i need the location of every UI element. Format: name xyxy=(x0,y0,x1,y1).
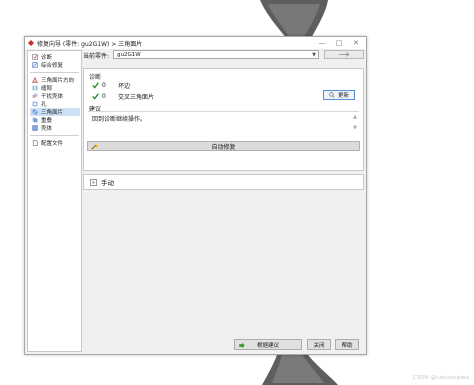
shell-icon xyxy=(32,93,38,98)
bad-edges-label: 坏边 xyxy=(118,83,131,90)
maximize-button[interactable]: □ xyxy=(331,38,347,48)
sidebar-item-general-repair[interactable]: 综合修复 xyxy=(30,61,80,69)
background-rock-bottom xyxy=(262,352,338,385)
sidebar-item-label: 综合修复 xyxy=(41,63,64,69)
magnifier-icon xyxy=(329,92,335,98)
expand-toggle-icon[interactable]: » xyxy=(90,178,97,186)
sidebar-item-profile[interactable]: 配置文件 xyxy=(30,139,80,147)
sidebar-item-triangles[interactable]: 三角面片 xyxy=(30,108,80,116)
sidebar-item-orientation[interactable]: 三角面片方向 xyxy=(30,76,80,84)
repair-wizard-window: 修复向导 (零件: gu2G1W) > 三角面片 — □ ✕ 诊断 综合修复 三… xyxy=(24,36,367,355)
nav-group-repair-steps: 三角面片方向 缝隙 干扰壳体 孔 三角面片 重叠 壳体 xyxy=(28,74,81,134)
nav-group-config: 配置文件 xyxy=(28,137,81,149)
current-part-select[interactable]: gu2G1W ▼ xyxy=(113,50,319,59)
divider xyxy=(30,135,79,136)
watermark: CSDN @luoluonaiwa xyxy=(413,375,469,381)
overlap-icon xyxy=(32,117,38,123)
document-icon xyxy=(32,140,38,146)
sidebar-item-gaps[interactable]: 缝隙 xyxy=(30,84,80,92)
stethoscope-icon xyxy=(32,54,38,60)
repair-icon xyxy=(32,62,38,68)
current-part-value: gu2G1W xyxy=(117,52,141,58)
sidebar-item-label: 三角面片 xyxy=(41,110,64,116)
diagnose-row-intersecting-triangles: 0 交叉三角面片 xyxy=(92,92,154,101)
sidebar-item-shells[interactable]: 壳体 xyxy=(30,124,80,132)
gap-icon xyxy=(32,85,38,91)
check-icon xyxy=(92,82,99,89)
check-icon xyxy=(92,93,99,100)
sidebar-item-diagnose[interactable]: 诊断 xyxy=(30,53,80,61)
scroll-down-icon[interactable]: ▼ xyxy=(353,125,357,131)
sidebar-item-label: 干扰壳体 xyxy=(41,94,64,100)
suggestion-text-area: 回到诊断继续操作。 ▲ ▼ xyxy=(88,111,359,135)
bad-edges-count: 0 xyxy=(102,82,106,89)
update-button-label: 更新 xyxy=(337,93,349,99)
help-button[interactable]: 帮助 xyxy=(335,339,359,350)
sidebar-item-overlap[interactable]: 重叠 xyxy=(30,116,80,124)
current-part-label: 当前零件: xyxy=(83,53,110,60)
chevron-down-icon: ▼ xyxy=(312,52,316,58)
suggestion-text: 回到诊断继续操作。 xyxy=(92,116,147,123)
auto-repair-label: 自动修复 xyxy=(211,143,236,151)
close-button-label: 关闭 xyxy=(313,342,325,349)
shell-icon xyxy=(32,125,38,131)
arrow-right-icon xyxy=(239,342,245,349)
diagnose-panel: 诊断 0 坏边 0 交叉三角面片 更新 建议 回到诊断继续操作。 ▲ ▼ 自动修… xyxy=(83,68,364,171)
background-rock-top xyxy=(260,0,328,40)
sidebar-item-label: 配置文件 xyxy=(41,141,64,147)
window-title: 修复向导 (零件: gu2G1W) > 三角面片 xyxy=(37,41,143,48)
update-button[interactable]: 更新 xyxy=(323,90,355,100)
sidebar-item-label: 缝隙 xyxy=(41,86,53,92)
close-button[interactable]: 关闭 xyxy=(307,339,331,350)
follow-suggestion-button[interactable]: 根据建议 xyxy=(234,339,302,350)
main-panel: 当前零件: gu2G1W ▼ 诊断 0 坏边 0 交叉三角面片 更新 建议 回到… xyxy=(83,50,364,350)
triangle-icon xyxy=(32,109,38,115)
sidebar: 诊断 综合修复 三角面片方向 缝隙 干扰壳体 孔 三角面片 重叠 壳体 配置文件 xyxy=(27,50,82,352)
arrow-right-icon xyxy=(339,52,350,57)
intersecting-triangles-count: 0 xyxy=(102,93,106,100)
title-bar: 修复向导 (零件: gu2G1W) > 三角面片 — □ ✕ xyxy=(25,37,366,49)
close-window-button[interactable]: ✕ xyxy=(348,38,364,48)
sidebar-item-label: 壳体 xyxy=(41,126,53,132)
hole-icon xyxy=(32,101,38,107)
wand-icon xyxy=(91,143,98,150)
part-picker-button[interactable] xyxy=(324,50,364,59)
sidebar-item-label: 重叠 xyxy=(41,118,53,124)
follow-suggestion-label: 根据建议 xyxy=(256,342,279,349)
scroll-up-icon[interactable]: ▲ xyxy=(353,114,357,120)
sidebar-item-label: 诊断 xyxy=(41,55,53,61)
sidebar-item-label: 孔 xyxy=(41,102,47,108)
orientation-icon xyxy=(32,77,38,83)
sidebar-item-label: 三角面片方向 xyxy=(41,78,75,84)
help-button-label: 帮助 xyxy=(341,342,353,349)
sidebar-item-interfering-shells[interactable]: 干扰壳体 xyxy=(30,92,80,100)
manual-label: 手动 xyxy=(101,179,114,187)
diagnose-row-bad-edges: 0 坏边 xyxy=(92,81,130,90)
auto-repair-button[interactable]: 自动修复 xyxy=(87,141,360,151)
divider xyxy=(30,72,79,73)
nav-group-analysis: 诊断 综合修复 xyxy=(28,51,81,71)
app-icon xyxy=(28,40,34,46)
sidebar-item-holes[interactable]: 孔 xyxy=(30,100,80,108)
diagnose-title: 诊断 xyxy=(89,74,102,81)
minimize-button[interactable]: — xyxy=(314,38,330,48)
manual-section[interactable]: » 手动 xyxy=(83,174,364,190)
intersecting-triangles-label: 交叉三角面片 xyxy=(118,94,155,101)
